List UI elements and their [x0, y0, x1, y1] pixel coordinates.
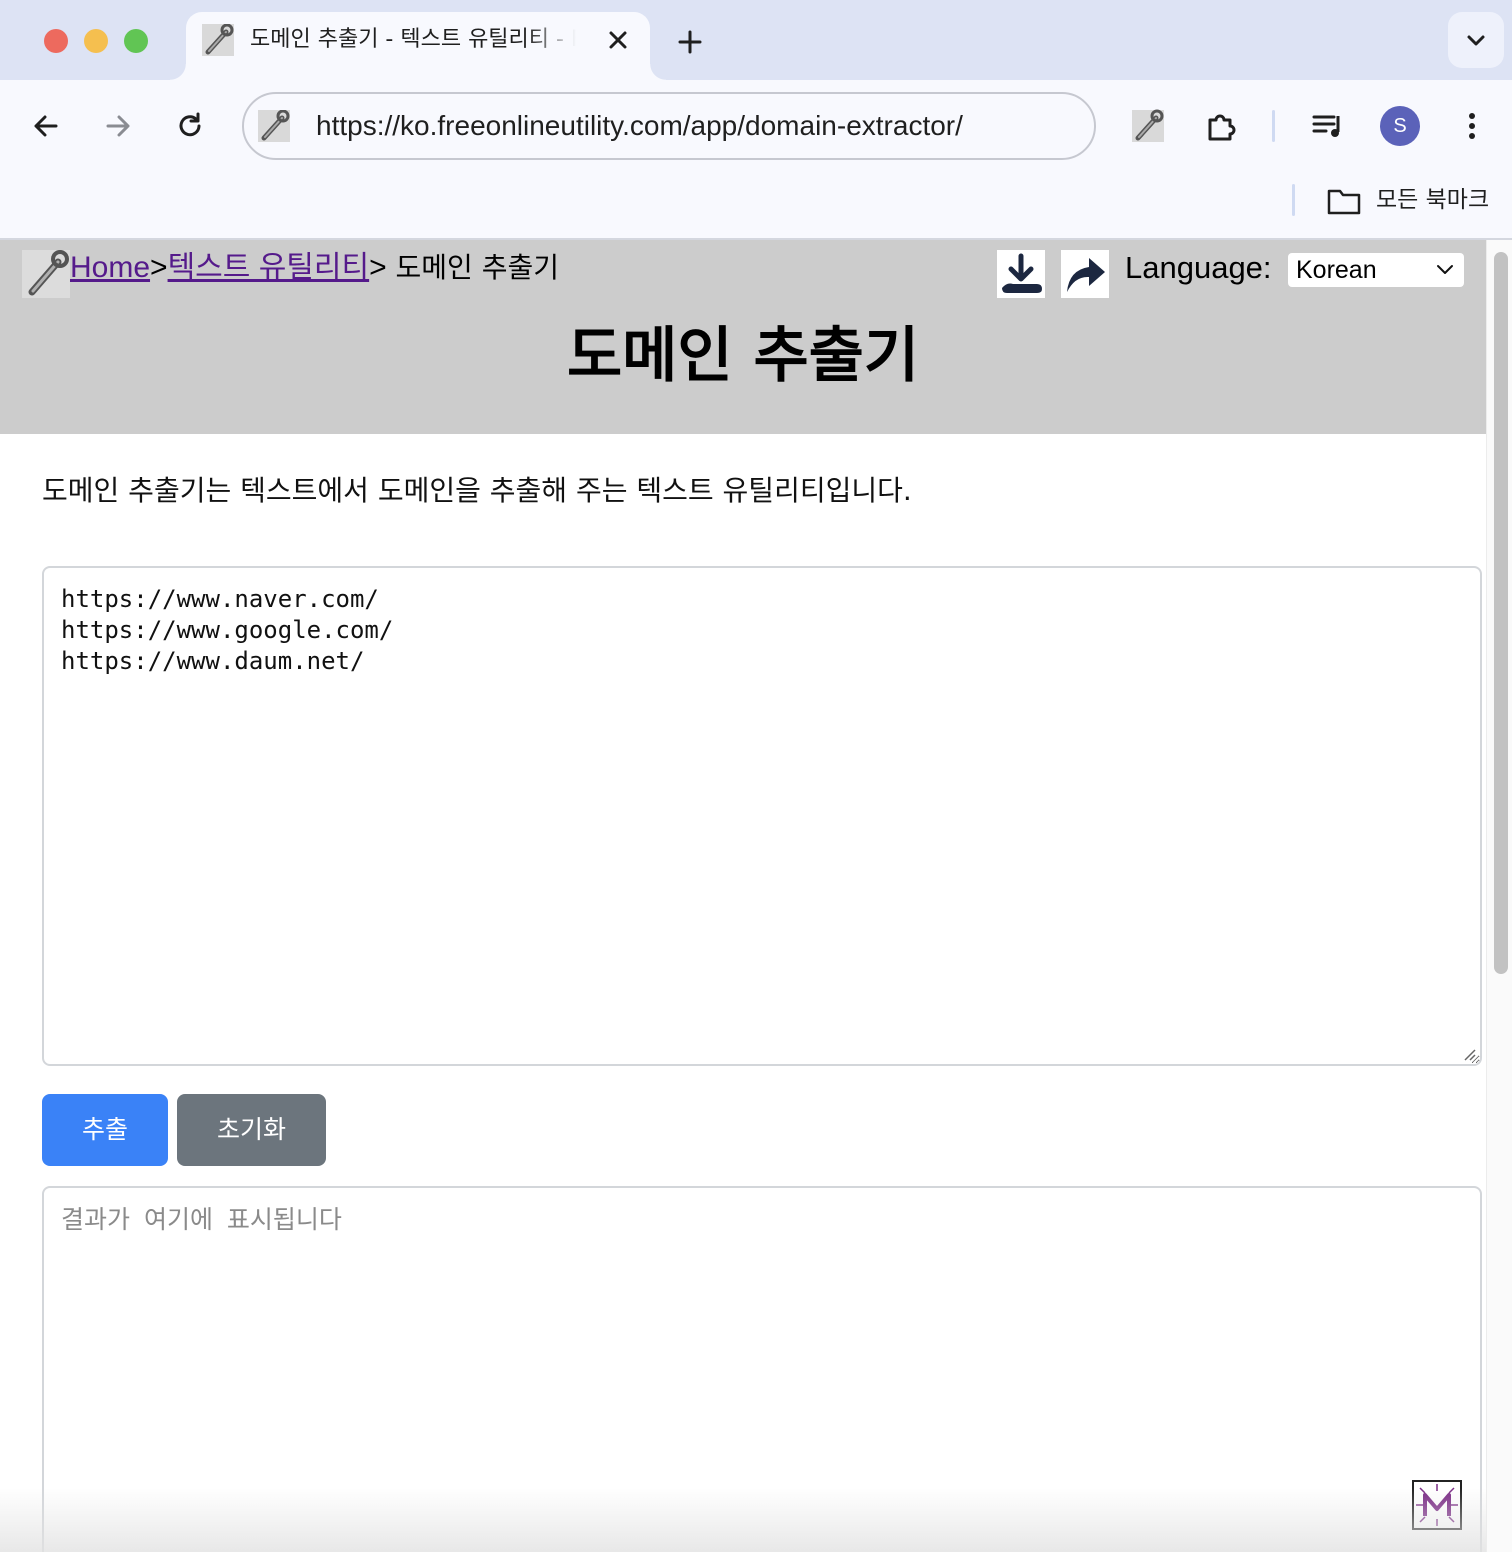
breadcrumb-home-link[interactable]: Home: [70, 251, 150, 284]
window-close-button[interactable]: [44, 29, 68, 53]
breadcrumb: Home>텍스트 유틸리티> 도메인 추출기: [70, 248, 559, 288]
address-bar[interactable]: https://ko.freeonlineutility.com/app/dom…: [242, 92, 1096, 160]
window-minimize-button[interactable]: [84, 29, 108, 53]
input-textarea[interactable]: https://www.naver.com/ https://www.googl…: [42, 566, 1482, 1066]
page-title: 도메인 추출기: [566, 321, 920, 391]
page-header: Home>텍스트 유틸리티> 도메인 추출기 Language: Korean: [0, 240, 1486, 434]
language-select[interactable]: Korean: [1288, 253, 1464, 287]
breadcrumb-category-link[interactable]: 텍스트 유틸리티: [168, 251, 370, 284]
scrollbar-thumb[interactable]: [1494, 252, 1508, 974]
window-zoom-button[interactable]: [124, 29, 148, 53]
share-button[interactable]: [1061, 250, 1109, 298]
wrench-extension-icon[interactable]: [1128, 106, 1168, 146]
download-icon: [1002, 253, 1042, 293]
toolbar-separator: [1272, 110, 1275, 142]
wrench-icon: [202, 23, 234, 56]
language-label: Language:: [1125, 250, 1272, 285]
download-button[interactable]: [997, 250, 1045, 298]
media-controls-icon[interactable]: [1308, 106, 1348, 146]
wrench-icon: [22, 250, 70, 298]
output-textarea[interactable]: 결과가 여기에 표시됩니다: [42, 1186, 1482, 1552]
tool-description: 도메인 추출기는 텍스트에서 도메인을 추출해 주는 텍스트 유틸리티입니다.: [42, 474, 912, 507]
active-tab[interactable]: 도메인 추출기 - 텍스트 유틸리티 - Free Online Utility: [170, 12, 666, 80]
tab-title: 도메인 추출기 - 텍스트 유틸리티 - Free Online Utility: [250, 27, 576, 52]
profile-avatar[interactable]: S: [1380, 106, 1420, 146]
tab-strip: 도메인 추출기 - 텍스트 유틸리티 - Free Online Utility: [0, 0, 1512, 80]
share-icon: [1067, 258, 1105, 292]
reload-icon[interactable]: [170, 106, 210, 146]
browser-toolbar: https://ko.freeonlineutility.com/app/dom…: [0, 80, 1512, 172]
breadcrumb-current: 도메인 추출기: [386, 251, 560, 284]
tab-search-button[interactable]: [1448, 12, 1504, 68]
extensions-icon[interactable]: [1202, 106, 1242, 146]
breadcrumb-separator: >: [150, 251, 168, 284]
new-tab-icon[interactable]: [672, 24, 708, 60]
forward-icon[interactable]: [98, 106, 138, 146]
output-placeholder: 결과가 여기에 표시됩니다: [61, 1205, 342, 1234]
language-selected-value: Korean: [1296, 256, 1377, 284]
bookmarks-separator: [1292, 184, 1295, 216]
m-logo-icon[interactable]: [1412, 1480, 1462, 1530]
folder-icon[interactable]: [1326, 186, 1362, 216]
page-scrollbar[interactable]: [1486, 240, 1512, 1552]
close-icon[interactable]: [604, 26, 632, 54]
more-menu-icon[interactable]: [1452, 106, 1492, 146]
back-icon[interactable]: [26, 106, 66, 146]
extract-button[interactable]: 추출: [42, 1094, 168, 1166]
breadcrumb-separator: >: [369, 251, 387, 284]
browser-window: 도메인 추출기 - 텍스트 유틸리티 - Free Online Utility: [0, 0, 1512, 1552]
bookmarks-bar: 모든 북마크: [0, 172, 1512, 240]
chevron-down-icon: [1436, 262, 1454, 282]
url-text[interactable]: https://ko.freeonlineutility.com/app/dom…: [316, 108, 963, 144]
page-content: Home>텍스트 유틸리티> 도메인 추출기 Language: Korean: [0, 240, 1512, 1552]
reset-button[interactable]: 초기화: [177, 1094, 326, 1166]
wrench-icon: [258, 109, 290, 142]
tab-search-icon: [1467, 35, 1485, 46]
all-bookmarks-label[interactable]: 모든 북마크: [1376, 182, 1489, 218]
